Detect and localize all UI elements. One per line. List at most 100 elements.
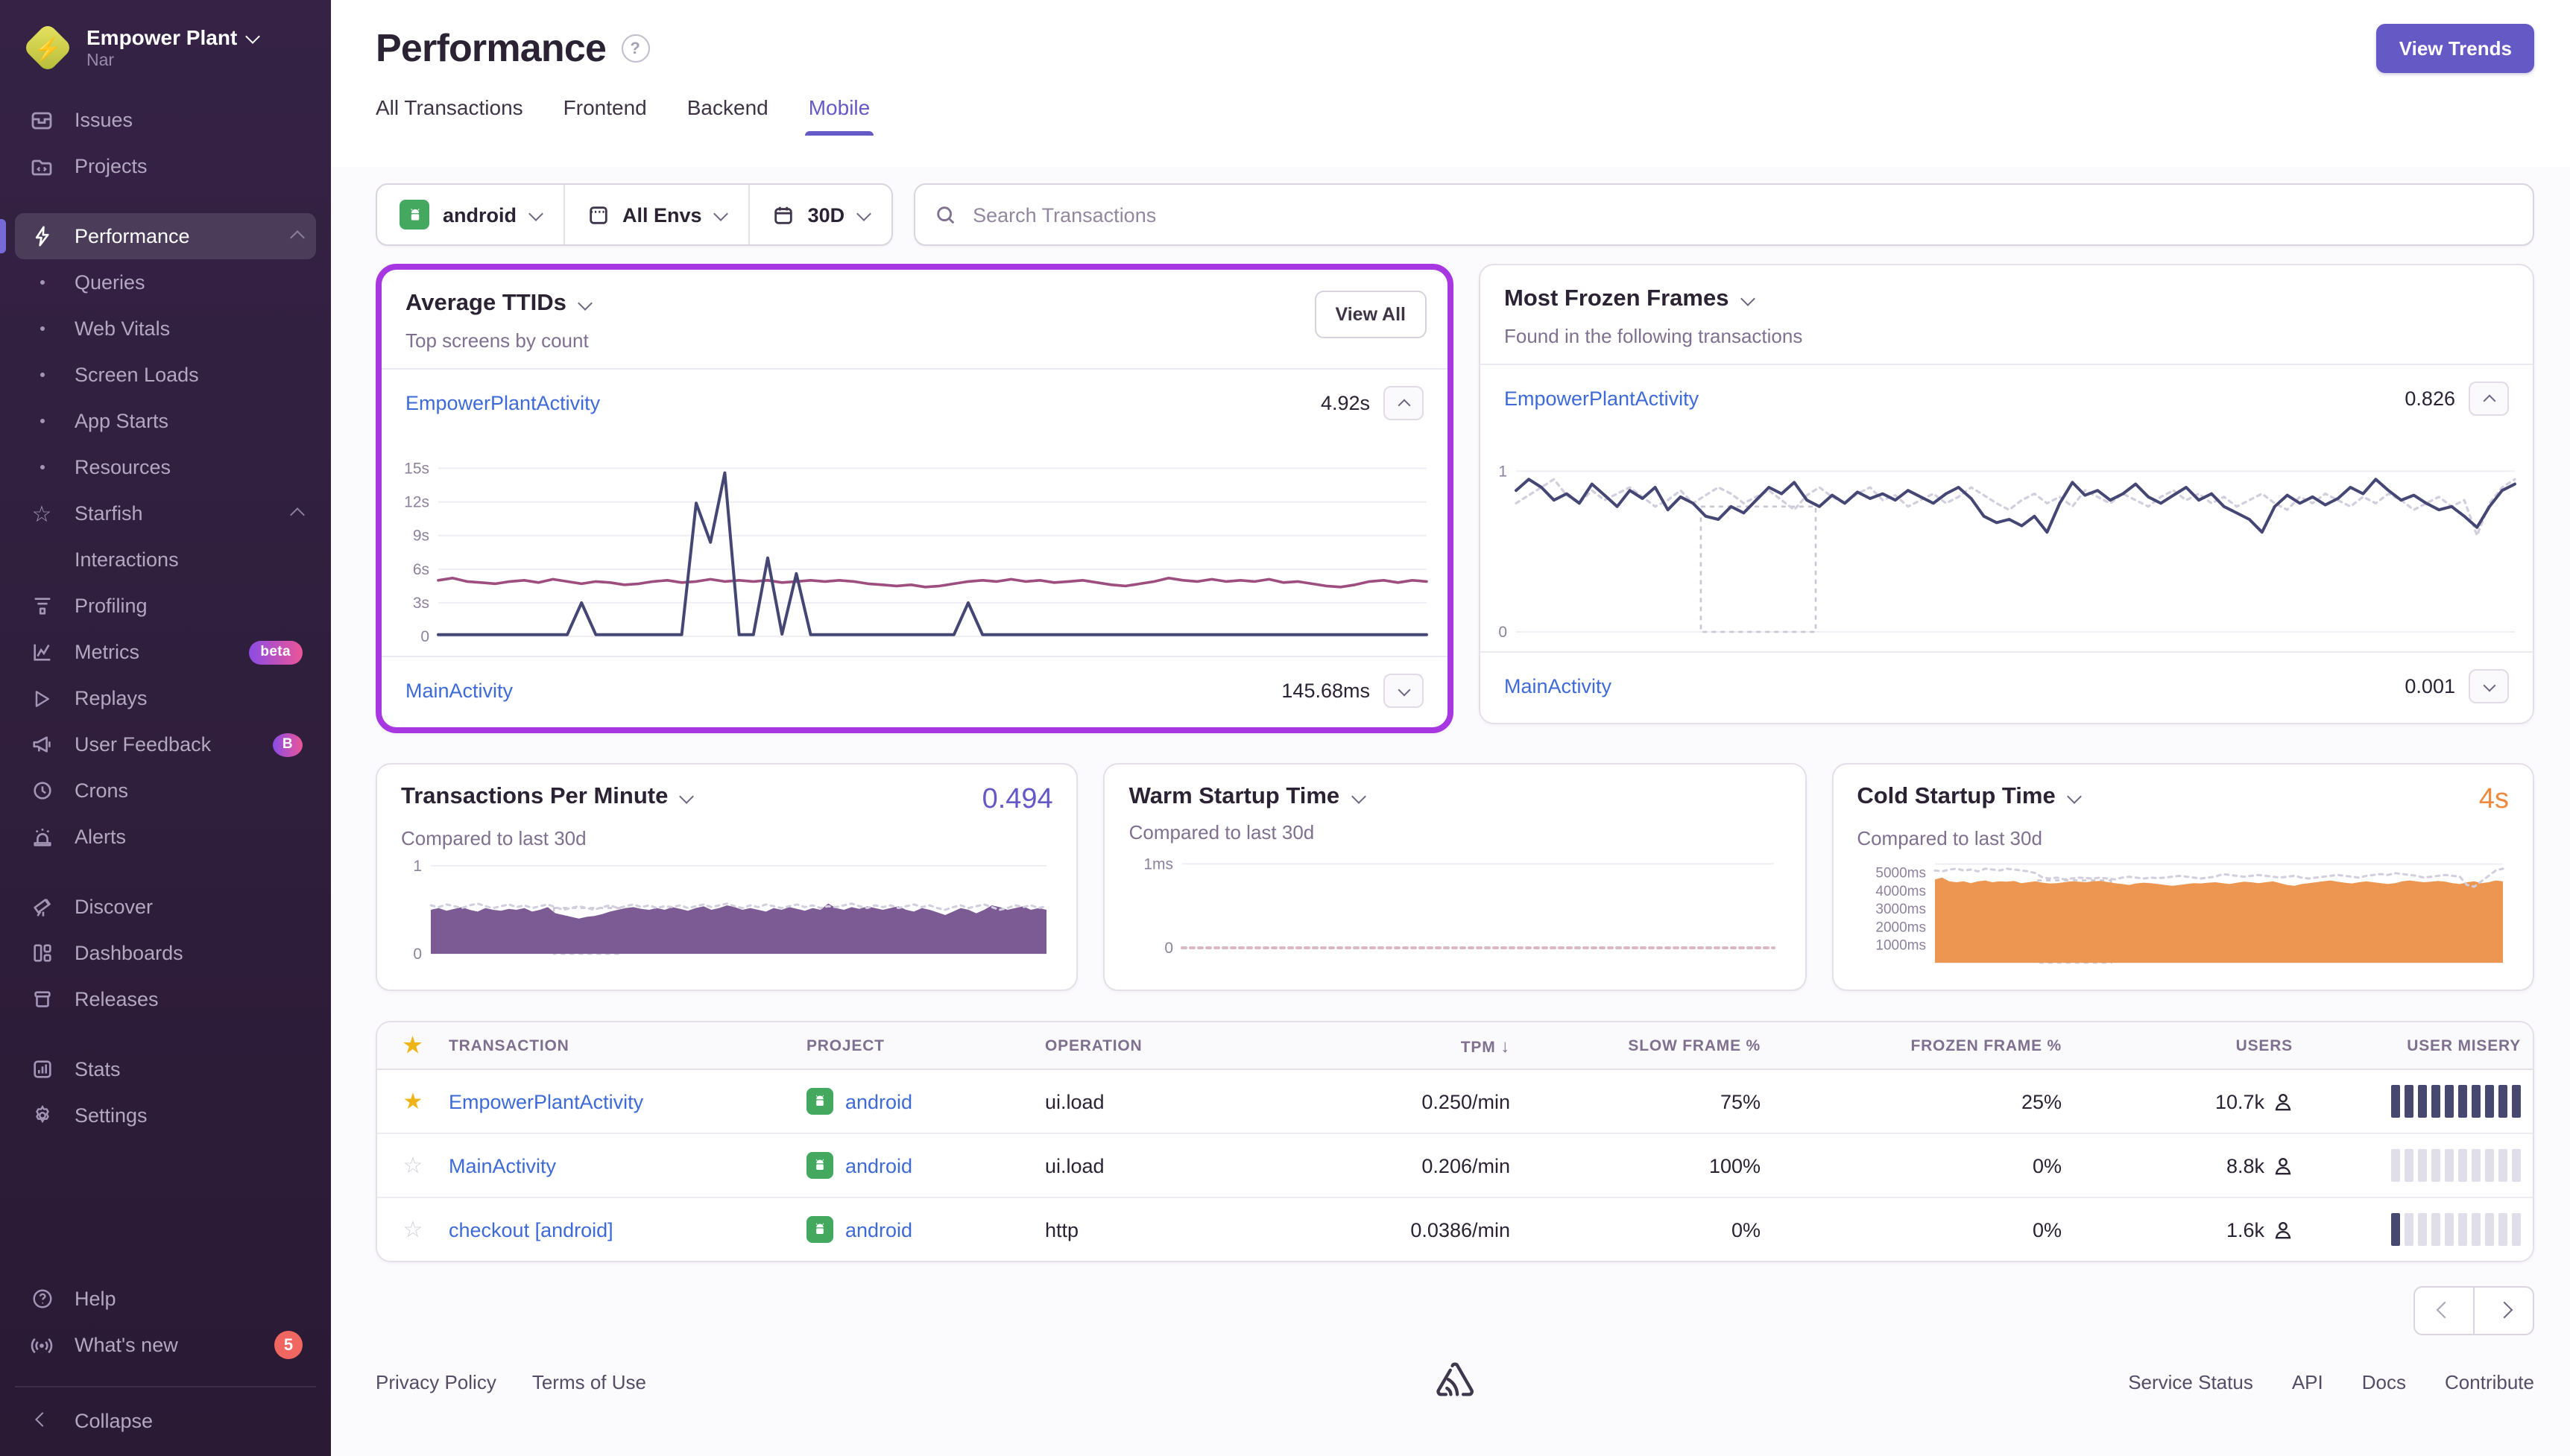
col-transaction[interactable]: TRANSACTION — [449, 1036, 806, 1054]
sidebar-item-dashboards[interactable]: Dashboards — [15, 930, 316, 976]
frozen-frames-line-chart: 10 — [1498, 463, 2516, 641]
sidebar-item-label: Alerts — [75, 826, 127, 848]
sidebar-item-crons[interactable]: Crons — [15, 767, 316, 814]
ttids-card-title-row[interactable]: Average TTIDs — [405, 291, 1424, 317]
org-subtitle: Nar — [86, 52, 115, 70]
sidebar-item-help[interactable]: Help — [15, 1276, 316, 1322]
tab-mobile[interactable]: Mobile — [805, 95, 874, 136]
transaction-link[interactable]: checkout [android] — [449, 1218, 806, 1241]
col-users[interactable]: USERS — [2062, 1036, 2293, 1054]
sidebar-item-label: Discover — [75, 896, 154, 918]
view-all-button[interactable]: View All — [1314, 291, 1427, 338]
warm-card-title-row[interactable]: Warm Startup Time — [1129, 784, 1366, 811]
sidebar-item-issues[interactable]: Issues — [15, 97, 316, 143]
api-link[interactable]: API — [2292, 1371, 2323, 1393]
sidebar-item-resources[interactable]: Resources — [15, 444, 316, 490]
frozen-card-title-row[interactable]: Most Frozen Frames — [1504, 286, 2509, 313]
star-toggle[interactable]: ☆ — [377, 1152, 449, 1179]
project-filter-value: android — [443, 203, 517, 226]
table-row: ☆ checkout [android] android http 0.0386… — [377, 1197, 2533, 1261]
tab-all-transactions[interactable]: All Transactions — [376, 95, 523, 136]
star-toggle[interactable]: ☆ — [377, 1216, 449, 1243]
col-user-misery[interactable]: USER MISERY — [2293, 1036, 2533, 1054]
sidebar-item-interactions[interactable]: Interactions — [15, 536, 316, 583]
org-switcher[interactable]: ⚡ Empower Plant Nar — [0, 0, 331, 91]
terms-of-use-link[interactable]: Terms of Use — [532, 1371, 646, 1393]
col-operation[interactable]: OPERATION — [1045, 1036, 1284, 1054]
sidebar-item-user-feedback[interactable]: User Feedback B — [15, 721, 316, 767]
help-tooltip-icon[interactable]: ? — [621, 34, 650, 63]
active-indicator — [0, 219, 6, 253]
docs-link[interactable]: Docs — [2362, 1371, 2406, 1393]
metric-value: 0.826 — [2405, 387, 2455, 410]
environment-filter[interactable]: All Envs — [563, 185, 748, 244]
transaction-link[interactable]: EmpowerPlantActivity — [1504, 387, 1699, 410]
tab-bar: All Transactions Frontend Backend Mobile — [331, 95, 2570, 136]
card-title: Average TTIDs — [405, 291, 566, 316]
sidebar-item-screen-loads[interactable]: Screen Loads — [15, 352, 316, 398]
project-link[interactable]: android — [806, 1152, 1045, 1179]
cold-card-title-row[interactable]: Cold Startup Time — [1857, 784, 2082, 811]
project-link[interactable]: android — [806, 1088, 1045, 1115]
expand-row-button[interactable] — [2469, 669, 2509, 703]
project-filter[interactable]: android — [377, 185, 563, 244]
sidebar-item-metrics[interactable]: Metrics beta — [15, 629, 316, 675]
previous-page-button[interactable] — [2413, 1286, 2475, 1335]
tab-frontend[interactable]: Frontend — [563, 95, 647, 136]
frozen-frame-cell: 0% — [2032, 1218, 2062, 1241]
sidebar-item-profiling[interactable]: Profiling — [15, 583, 316, 629]
svg-text:1ms: 1ms — [1144, 855, 1174, 873]
contribute-link[interactable]: Contribute — [2445, 1371, 2534, 1393]
tpm-card-title-row[interactable]: Transactions Per Minute — [401, 784, 695, 811]
frozen-frame-cell: 0% — [2032, 1154, 2062, 1177]
col-project[interactable]: PROJECT — [806, 1036, 1045, 1054]
sidebar-item-stats[interactable]: Stats — [15, 1046, 316, 1092]
next-page-button[interactable] — [2473, 1286, 2534, 1335]
transaction-link[interactable]: EmpowerPlantActivity — [449, 1090, 806, 1112]
sidebar-item-label: Dashboards — [75, 942, 183, 964]
col-slow-frame[interactable]: SLOW FRAME % — [1510, 1036, 1761, 1054]
clock-icon — [28, 779, 55, 802]
sidebar-item-web-vitals[interactable]: Web Vitals — [15, 306, 316, 352]
star-toggle[interactable]: ★ — [377, 1088, 449, 1115]
view-trends-button[interactable]: View Trends — [2376, 24, 2534, 73]
tab-backend[interactable]: Backend — [687, 95, 768, 136]
svg-text:0: 0 — [413, 946, 422, 963]
tpm-cell: 0.250/min — [1421, 1090, 1510, 1112]
transaction-link[interactable]: MainActivity — [1504, 675, 1611, 697]
sidebar-item-discover[interactable]: Discover — [15, 884, 316, 930]
date-range-filter[interactable]: 30D — [748, 185, 891, 244]
sidebar-item-settings[interactable]: Settings — [15, 1092, 316, 1139]
transaction-link[interactable]: MainActivity — [449, 1154, 806, 1177]
collapse-row-button[interactable] — [1383, 386, 1424, 420]
card-title: Cold Startup Time — [1857, 784, 2056, 809]
project-link[interactable]: android — [806, 1216, 1045, 1243]
collapse-row-button[interactable] — [2469, 382, 2509, 416]
siren-icon — [28, 826, 55, 848]
col-tpm[interactable]: TPM ↓ — [1284, 1035, 1510, 1056]
sidebar-item-starfish[interactable]: ☆ Starfish — [15, 490, 316, 536]
search-input[interactable] — [970, 202, 2513, 227]
sidebar-item-replays[interactable]: Replays — [15, 675, 316, 721]
col-frozen-frame[interactable]: FROZEN FRAME % — [1761, 1036, 2062, 1054]
transaction-link[interactable]: EmpowerPlantActivity — [405, 392, 600, 414]
sidebar-item-queries[interactable]: Queries — [15, 259, 316, 306]
service-status-link[interactable]: Service Status — [2128, 1371, 2253, 1393]
svg-text:15s: 15s — [404, 460, 429, 478]
environment-filter-value: All Envs — [622, 203, 702, 226]
chevron-down-icon — [1351, 788, 1366, 803]
sidebar-item-releases[interactable]: Releases — [15, 976, 316, 1022]
sidebar-collapse-button[interactable]: Collapse — [15, 1398, 316, 1444]
transaction-link[interactable]: MainActivity — [405, 680, 513, 702]
sidebar-item-app-starts[interactable]: App Starts — [15, 398, 316, 444]
expand-row-button[interactable] — [1383, 674, 1424, 708]
sidebar-item-projects[interactable]: Projects — [15, 143, 316, 189]
sidebar-item-performance[interactable]: Performance — [0, 213, 316, 259]
users-cell: 1.6k — [2062, 1218, 2293, 1241]
sidebar-item-label: Screen Loads — [75, 364, 199, 386]
sidebar-item-whats-new[interactable]: What's new 5 — [15, 1322, 316, 1368]
transactions-table: ★ TRANSACTION PROJECT OPERATION TPM ↓ SL… — [376, 1021, 2534, 1262]
gear-icon — [28, 1104, 55, 1127]
privacy-policy-link[interactable]: Privacy Policy — [376, 1371, 496, 1393]
sidebar-item-alerts[interactable]: Alerts — [15, 814, 316, 860]
